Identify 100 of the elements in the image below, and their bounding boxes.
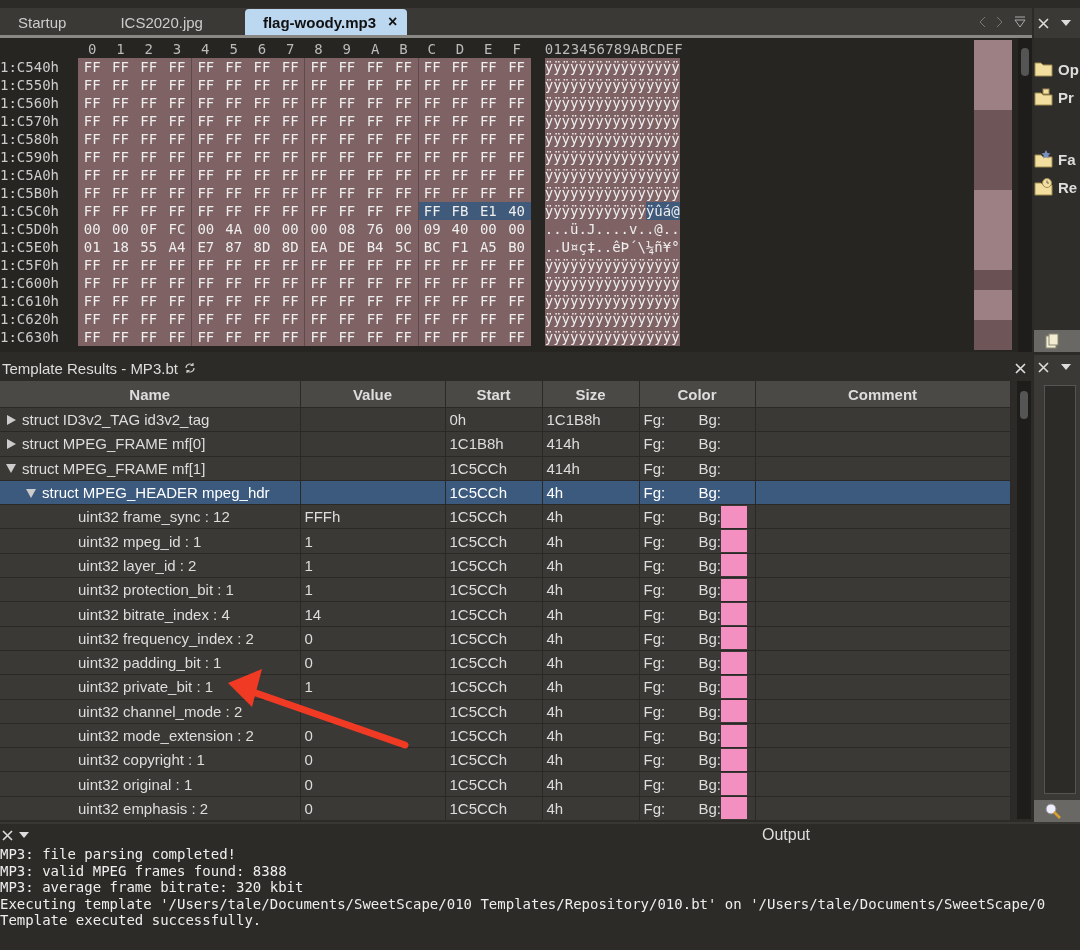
- hex-byte[interactable]: FF: [304, 274, 333, 292]
- hex-byte[interactable]: FF: [106, 256, 135, 274]
- template-row[interactable]: uint32 frequency_index : 2 0 1C5CCh 4h Fg: Bg:: [0, 626, 1010, 651]
- hex-byte[interactable]: 09: [417, 220, 446, 238]
- ascii-text[interactable]: ÿÿÿÿÿÿÿÿÿÿÿÿÿÿÿÿ: [544, 256, 680, 274]
- ascii-text[interactable]: ...ü.J....v..@..: [544, 220, 680, 238]
- hex-byte[interactable]: FF: [106, 130, 135, 148]
- hex-byte[interactable]: FF: [445, 76, 475, 94]
- hex-byte[interactable]: FF: [474, 148, 503, 166]
- hex-byte[interactable]: FF: [417, 256, 446, 274]
- clipboard-icon[interactable]: [1044, 333, 1060, 349]
- hex-byte[interactable]: A4: [162, 238, 192, 256]
- hex-byte[interactable]: FF: [417, 76, 446, 94]
- hex-byte[interactable]: FF: [191, 112, 220, 130]
- hex-byte[interactable]: FF: [247, 328, 277, 346]
- column-header[interactable]: Name: [0, 381, 300, 408]
- hex-byte[interactable]: FF: [360, 202, 390, 220]
- hex-byte[interactable]: FF: [304, 112, 333, 130]
- panel-item-label[interactable]: Re: [1058, 178, 1078, 196]
- hex-byte[interactable]: FF: [445, 274, 475, 292]
- hex-byte[interactable]: FF: [360, 310, 390, 328]
- hex-byte[interactable]: FF: [360, 256, 390, 274]
- hex-byte[interactable]: FF: [191, 94, 220, 112]
- hex-byte[interactable]: 76: [360, 220, 390, 238]
- hex-byte[interactable]: FF: [474, 310, 503, 328]
- hex-byte[interactable]: FF: [247, 274, 277, 292]
- hex-byte[interactable]: FF: [360, 328, 390, 346]
- hex-byte[interactable]: FF: [219, 328, 248, 346]
- hex-byte[interactable]: FF: [445, 94, 475, 112]
- hex-byte[interactable]: FF: [417, 130, 446, 148]
- column-header[interactable]: Size: [542, 381, 639, 408]
- hex-byte[interactable]: FF: [134, 310, 163, 328]
- hex-byte[interactable]: FF: [106, 274, 135, 292]
- hex-byte[interactable]: FF: [445, 148, 475, 166]
- collapsed-triangle-icon[interactable]: [6, 414, 16, 425]
- hex-byte[interactable]: FF: [78, 166, 107, 184]
- hex-byte[interactable]: FF: [247, 112, 277, 130]
- hex-byte[interactable]: FF: [417, 148, 446, 166]
- chevron-right-icon[interactable]: [996, 16, 1004, 28]
- hex-byte[interactable]: FF: [332, 166, 361, 184]
- hex-byte[interactable]: FF: [304, 202, 333, 220]
- hex-byte[interactable]: 00: [389, 220, 418, 238]
- hex-byte[interactable]: FF: [474, 274, 503, 292]
- hex-byte[interactable]: FF: [304, 94, 333, 112]
- hex-byte[interactable]: FF: [247, 148, 277, 166]
- hex-byte[interactable]: DE: [332, 238, 361, 256]
- hex-byte[interactable]: FF: [219, 58, 248, 76]
- hex-byte[interactable]: FF: [360, 148, 390, 166]
- hex-byte[interactable]: FF: [276, 76, 305, 94]
- ascii-text[interactable]: ÿÿÿÿÿÿÿÿÿÿÿÿÿÿÿÿ: [544, 94, 680, 112]
- hex-byte[interactable]: FF: [502, 292, 531, 310]
- hex-byte[interactable]: FF: [304, 184, 333, 202]
- hex-byte[interactable]: FF: [219, 310, 248, 328]
- hex-byte[interactable]: FF: [332, 328, 361, 346]
- hex-byte[interactable]: FF: [417, 94, 446, 112]
- template-row[interactable]: uint32 private_bit : 1 1 1C5CCh 4h Fg: Bg:: [0, 674, 1010, 700]
- hex-byte[interactable]: FF: [276, 310, 305, 328]
- hex-byte[interactable]: FF: [106, 310, 135, 328]
- hex-byte[interactable]: FF: [162, 256, 192, 274]
- hex-byte[interactable]: 0F: [134, 220, 163, 238]
- close-icon[interactable]: [1038, 17, 1049, 29]
- panel-item-label[interactable]: Fa: [1058, 150, 1076, 168]
- hex-byte[interactable]: FF: [78, 148, 107, 166]
- hex-byte[interactable]: FF: [445, 328, 475, 346]
- hex-byte[interactable]: FF: [332, 58, 361, 76]
- dropdown-icon[interactable]: [19, 832, 29, 838]
- expanded-triangle-icon[interactable]: [26, 487, 36, 498]
- column-header[interactable]: Color: [639, 381, 755, 408]
- hex-byte[interactable]: FF: [247, 310, 277, 328]
- hex-byte[interactable]: 08: [332, 220, 361, 238]
- template-row[interactable]: struct MPEG_FRAME mf[1] 1C5CCh 414h Fg: Bg:: [0, 456, 1010, 481]
- hex-byte[interactable]: FF: [134, 184, 163, 202]
- expanded-triangle-icon[interactable]: [6, 463, 16, 474]
- hex-byte[interactable]: FF: [332, 112, 361, 130]
- hex-byte[interactable]: 18: [106, 238, 135, 256]
- ascii-text[interactable]: ÿÿÿÿÿÿÿÿÿÿÿÿÿÿÿÿ: [544, 166, 680, 184]
- hex-byte[interactable]: EA: [304, 238, 333, 256]
- hex-byte[interactable]: 8D: [276, 238, 305, 256]
- file-tab[interactable]: Startup: [6, 9, 79, 35]
- hex-byte[interactable]: FF: [304, 76, 333, 94]
- hex-byte[interactable]: FF: [219, 184, 248, 202]
- hex-byte[interactable]: FF: [191, 292, 220, 310]
- hex-byte[interactable]: FF: [247, 76, 277, 94]
- hex-byte[interactable]: FF: [474, 94, 503, 112]
- hex-byte[interactable]: FF: [304, 58, 333, 76]
- hex-byte[interactable]: FF: [304, 166, 333, 184]
- hex-byte[interactable]: FF: [162, 94, 192, 112]
- dropdown-icon[interactable]: [1061, 364, 1071, 370]
- hex-byte[interactable]: FF: [417, 112, 446, 130]
- template-row[interactable]: struct MPEG_HEADER mpeg_hdr 1C5CCh 4h Fg: Bg:: [0, 480, 1010, 505]
- close-icon[interactable]: [1038, 361, 1049, 373]
- collapsed-triangle-icon[interactable]: [6, 438, 16, 449]
- hex-byte[interactable]: 4A: [219, 220, 248, 238]
- hex-byte[interactable]: FF: [134, 166, 163, 184]
- hex-byte[interactable]: FF: [247, 130, 277, 148]
- hex-byte[interactable]: FF: [78, 184, 107, 202]
- hex-byte[interactable]: FF: [502, 148, 531, 166]
- hex-byte[interactable]: FF: [332, 130, 361, 148]
- hex-byte[interactable]: FF: [360, 184, 390, 202]
- hex-byte[interactable]: FF: [191, 202, 220, 220]
